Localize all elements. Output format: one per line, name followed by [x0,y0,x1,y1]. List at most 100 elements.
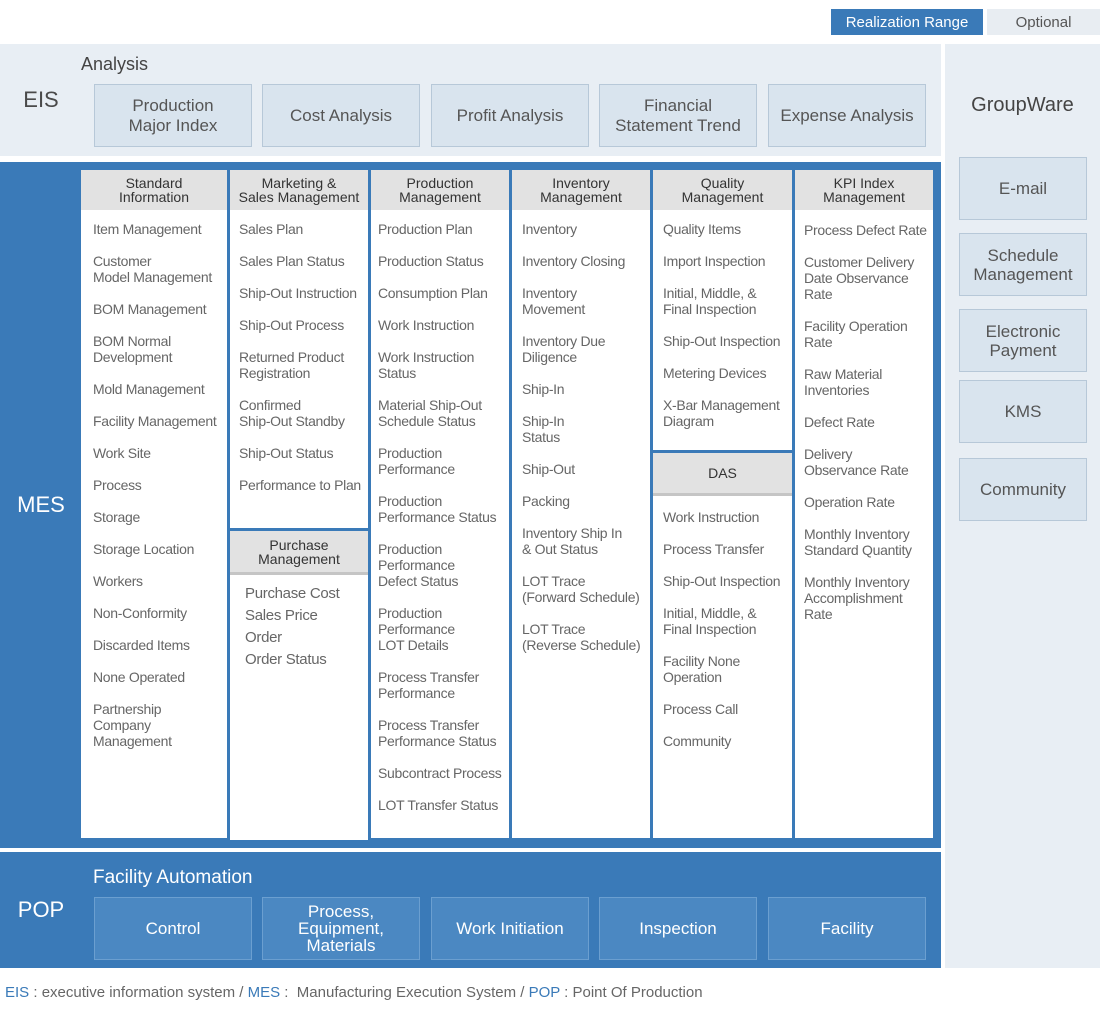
list-item: Inventory Due Diligence [522,333,606,365]
list-item: Customer Model Management [93,253,212,285]
list-item: Initial, Middle, & Final Inspection [663,285,757,317]
eis-box-cost-analysis: Cost Analysis [262,84,420,147]
list-item: Discarded Items [93,637,190,653]
mes-column-quality-management: Quality Management Quality Items Import … [653,170,792,838]
list-item: Community [663,733,732,749]
mes-column-inventory-management: Inventory Management Inventory Inventory… [512,170,650,838]
footer-mes-text: : Manufacturing Execution System / [280,984,529,1001]
list-item: Material Ship-Out Schedule Status [378,397,482,429]
column-header: Standard Information [81,170,227,210]
list-item: Sales Plan Status [239,253,345,269]
list-item: BOM Management [93,301,207,317]
column-header: Inventory Management [512,170,650,210]
list-item: Ship-In Status [522,413,565,445]
list-item: LOT Trace (Reverse Schedule) [522,621,641,653]
eis-box-profit-analysis: Profit Analysis [431,84,589,147]
list-item: Item Management [93,221,202,237]
pop-box-control: Control [94,897,252,960]
list-item: Ship-In [522,381,565,397]
groupware-box-email: E-mail [959,157,1087,220]
mes-column-marketing-sales: Marketing & Sales Management Sales Plan … [230,170,368,840]
list-item: Work Instruction [378,317,475,333]
list-item: Production Performance Defect Status [378,541,459,589]
pop-box-work-initiation: Work Initiation [431,897,589,960]
list-item: Ship-Out Inspection [663,333,781,349]
list-item: Subcontract Process [378,765,502,781]
list-item: Production Plan [378,221,473,237]
list-item: Delivery Observance Rate [804,446,909,478]
eis-box-expense-analysis: Expense Analysis [768,84,926,147]
list-item: Production Performance Status [378,493,497,525]
sub-header-purchase-management: Purchase Management [230,531,368,575]
pop-box-facility: Facility [768,897,926,960]
list-item: Inventory Closing [522,253,626,269]
list-item: Production Performance LOT Details [378,605,455,653]
list-item: Consumption Plan [378,285,488,301]
list-item: Ship-Out Inspection [663,573,781,589]
mes-label: MES [17,492,65,517]
list-item: BOM Normal Development [93,333,173,365]
groupware-box-schedule-management: Schedule Management [959,233,1087,296]
list-item: LOT Transfer Status [378,797,499,813]
list-item: Process [93,477,142,493]
list-item: Metering Devices [663,365,767,381]
legend-realization-range: Realization Range [831,9,983,35]
list-item: Customer Delivery Date Observance Rate [804,254,915,302]
list-item: Initial, Middle, & Final Inspection [663,605,757,637]
footer-pop-key: POP [528,984,560,1001]
list-item: Process Transfer Performance [378,669,480,701]
groupware-box-kms: KMS [959,380,1087,443]
footer-eis-text: : executive information system / [29,984,248,1001]
list-item: Inventory [522,221,577,237]
eis-label: EIS [23,87,59,112]
list-item: Process Transfer Performance Status [378,717,497,749]
list-item: Performance to Plan [239,477,361,493]
list-item: X-Bar Management Diagram [663,397,780,429]
list-item: Workers [93,573,143,589]
list-item: Process Transfer [663,541,765,557]
list-item: Mold Management [93,381,205,397]
eis-box-financial-statement-trend: Financial Statement Trend [599,84,757,147]
list-item: Monthly Inventory Accomplishment Rate [804,574,910,622]
pop-box-inspection: Inspection [599,897,757,960]
list-item: Process Defect Rate [804,222,927,238]
list-item: Work Instruction [663,509,760,525]
list-item: Storage [93,509,140,525]
mes-column-kpi-index-management: KPI Index Management Process Defect Rate… [795,170,933,838]
list-item: Ship-Out Status [239,445,334,461]
list-item: Confirmed Ship-Out Standby [239,397,345,429]
list-item: Order Status [245,651,327,668]
list-item: Process Call [663,701,738,717]
footer-mes-key: MES [247,984,281,1001]
list-item: Inventory Ship In & Out Status [522,525,622,557]
column-header: KPI Index Management [795,170,933,210]
pop-subtitle: Facility Automation [93,867,253,888]
footer-eis-key: EIS [5,984,30,1001]
list-item: Import Inspection [663,253,766,269]
pop-label: POP [17,897,65,922]
groupware-title: GroupWare [971,94,1074,116]
mes-column-standard-information: Standard Information Item Management Cus… [81,170,227,838]
list-item: Work Instruction Status [378,349,475,381]
groupware-box-community: Community [959,458,1087,521]
list-item: Ship-Out Instruction [239,285,357,301]
list-item: Facility None Operation [663,653,741,685]
list-item: Order [245,629,282,646]
list-item: Operation Rate [804,494,895,510]
list-item: Ship-Out [522,461,575,477]
pop-box-process-equipment-materials: Process, Equipment, Materials [262,897,420,960]
column-header: Quality Management [653,170,792,210]
sub-header-das: DAS [653,453,792,496]
footer-pop-text: : Point Of Production [559,984,703,1001]
list-item: Production Performance [378,445,455,477]
column-header: Production Management [371,170,509,210]
list-item: Raw Material Inventories [804,366,883,398]
list-item: None Operated [93,669,185,685]
list-item: Work Site [93,445,151,461]
eis-box-production-major-index: Production Major Index [94,84,252,147]
list-item: Sales Price [245,607,318,624]
list-item: Facility Management [93,413,217,429]
list-item: Production Status [378,253,484,269]
legend-optional: Optional [987,9,1100,35]
list-item: Non-Conformity [93,605,187,621]
